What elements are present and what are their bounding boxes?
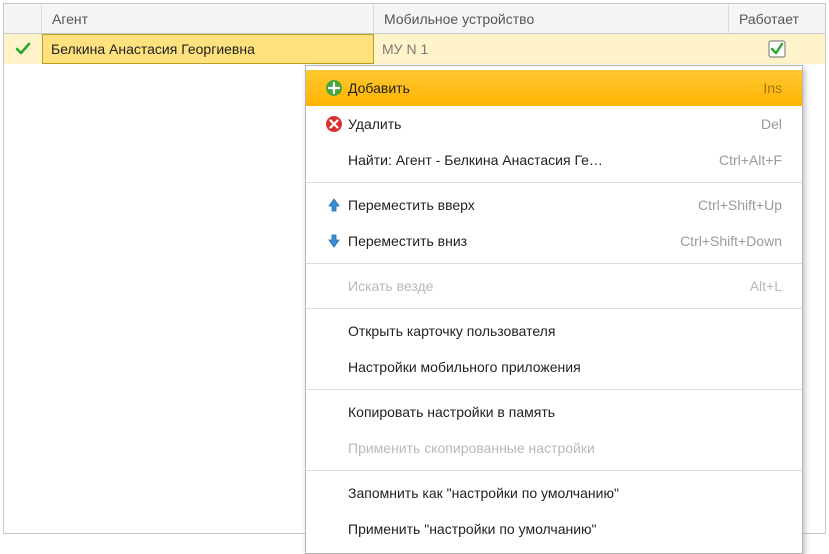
menu-item-label: Копировать настройки в память	[348, 404, 770, 420]
delete-icon	[320, 115, 348, 133]
agent-cell[interactable]: Белкина Анастасия Георгиевна	[42, 34, 374, 64]
context-menu[interactable]: Добавить Ins Удалить Del Найти: Агент - Белк…	[305, 65, 803, 554]
menu-item-shortcut: Ins	[763, 80, 782, 96]
menu-separator	[306, 263, 802, 264]
menu-separator	[306, 182, 802, 183]
col-agent-header[interactable]: Агент	[42, 4, 374, 33]
menu-item-label: Применить скопированные настройки	[348, 440, 770, 456]
down-icon	[320, 233, 348, 249]
row-mark-cell	[4, 34, 42, 64]
menu-separator	[306, 308, 802, 309]
menu-item-label: Добавить	[348, 80, 751, 96]
menu-item-label: Открыть карточку пользователя	[348, 323, 770, 339]
menu-item: Применить скопированные настройки	[306, 430, 802, 466]
menu-item[interactable]: Копировать настройки в память	[306, 394, 802, 430]
menu-item[interactable]: Переместить вверх Ctrl+Shift+Up	[306, 187, 802, 223]
menu-item-label: Запомнить как "настройки по умолчанию"	[348, 485, 770, 501]
menu-item-label: Переместить вниз	[348, 233, 668, 249]
check-icon	[15, 41, 31, 57]
menu-separator	[306, 389, 802, 390]
menu-item-shortcut: Alt+L	[750, 278, 782, 294]
device-cell[interactable]: МУ N 1	[374, 34, 729, 64]
table-row[interactable]: Белкина Анастасия Георгиевна МУ N 1	[4, 34, 825, 64]
menu-item-label: Настройки мобильного приложения	[348, 359, 770, 375]
menu-item[interactable]: Удалить Del	[306, 106, 802, 142]
menu-item-shortcut: Ctrl+Shift+Down	[680, 233, 782, 249]
menu-separator	[306, 470, 802, 471]
menu-item[interactable]: Применить "настройки по умолчанию"	[306, 511, 802, 547]
menu-item[interactable]: Открыть карточку пользователя	[306, 313, 802, 349]
menu-item-shortcut: Ctrl+Alt+F	[719, 152, 782, 168]
menu-item-label: Удалить	[348, 116, 749, 132]
col-works-header[interactable]: Работает	[729, 4, 825, 33]
menu-item-label: Искать везде	[348, 278, 738, 294]
menu-item-label: Переместить вверх	[348, 197, 686, 213]
menu-item-label: Найти: Агент - Белкина Анастасия Ге…	[348, 152, 707, 168]
menu-item-shortcut: Ctrl+Shift+Up	[698, 197, 782, 213]
col-mark-header	[4, 4, 42, 33]
menu-item: Искать везде Alt+L	[306, 268, 802, 304]
menu-item-label: Применить "настройки по умолчанию"	[348, 521, 770, 537]
menu-item[interactable]: Переместить вниз Ctrl+Shift+Down	[306, 223, 802, 259]
add-icon	[320, 79, 348, 97]
menu-item[interactable]: Запомнить как "настройки по умолчанию"	[306, 475, 802, 511]
table-header-row: Агент Мобильное устройство Работает	[4, 4, 825, 34]
menu-item[interactable]: Добавить Ins	[306, 70, 802, 106]
menu-item-shortcut: Del	[761, 116, 782, 132]
checkbox-icon[interactable]	[768, 40, 786, 58]
col-device-header[interactable]: Мобильное устройство	[374, 4, 729, 33]
menu-item[interactable]: Настройки мобильного приложения	[306, 349, 802, 385]
up-icon	[320, 197, 348, 213]
menu-item[interactable]: Найти: Агент - Белкина Анастасия Ге… Ctrl…	[306, 142, 802, 178]
works-cell[interactable]	[729, 34, 825, 64]
